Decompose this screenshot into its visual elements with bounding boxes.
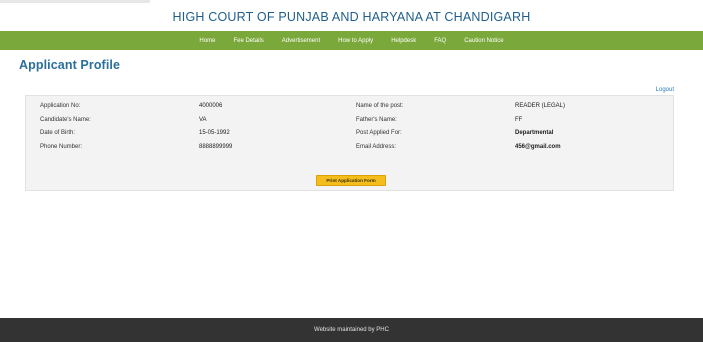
nav-helpdesk[interactable]: Helpdesk xyxy=(382,38,425,44)
post-applied-label: Post Applied For: xyxy=(356,130,402,136)
post-applied-value: Departmental xyxy=(515,130,554,136)
nav-fee-details[interactable]: Fee Details xyxy=(224,38,272,44)
phone-label: Phone Number: xyxy=(40,144,83,150)
candidate-name-label: Candidate's Name: xyxy=(40,117,91,123)
nav-home[interactable]: Home xyxy=(190,38,224,44)
profile-row: Candidate's Name: VA Father's Name: FF xyxy=(26,117,673,127)
nav-advertisement[interactable]: Advertisement xyxy=(273,38,329,44)
main-nav: Home Fee Details Advertisement How to Ap… xyxy=(0,31,703,50)
site-header: HIGH COURT OF PUNJAB AND HARYANA AT CHAN… xyxy=(0,0,703,31)
applicant-profile-card: Application No: 4000006 Name of the post… xyxy=(25,95,674,191)
nav-how-to-apply[interactable]: How to Apply xyxy=(329,38,382,44)
dob-label: Date of Birth: xyxy=(40,130,76,136)
logout-link[interactable]: Logout xyxy=(656,87,674,93)
dob-value: 15-05-1992 xyxy=(199,130,230,136)
application-no-value: 4000006 xyxy=(199,103,223,109)
profile-row: Phone Number: 8888899999 Email Address: … xyxy=(26,144,673,154)
application-no-label: Application No: xyxy=(40,103,81,109)
email-label: Email Address: xyxy=(356,144,397,150)
post-name-value: READER (LEGAL) xyxy=(515,103,566,109)
print-application-form-button[interactable]: Print Application Form xyxy=(316,175,386,186)
footer-text: Website maintained by PHC xyxy=(314,327,389,333)
site-footer: Website maintained by PHC xyxy=(0,318,703,342)
page-title: Applicant Profile xyxy=(19,58,121,72)
post-name-label: Name of the post: xyxy=(356,103,404,109)
candidate-name-value: VA xyxy=(199,117,207,123)
father-name-label: Father's Name: xyxy=(356,117,397,123)
profile-row: Date of Birth: 15-05-1992 Post Applied F… xyxy=(26,130,673,140)
email-value: 456@gmail.com xyxy=(515,144,561,150)
nav-caution-notice[interactable]: Caution Notice xyxy=(455,38,512,44)
father-name-value: FF xyxy=(515,117,523,123)
nav-faq[interactable]: FAQ xyxy=(425,38,455,44)
site-title: HIGH COURT OF PUNJAB AND HARYANA AT CHAN… xyxy=(172,10,531,24)
profile-row: Application No: 4000006 Name of the post… xyxy=(26,103,673,113)
phone-value: 8888899999 xyxy=(199,144,233,150)
